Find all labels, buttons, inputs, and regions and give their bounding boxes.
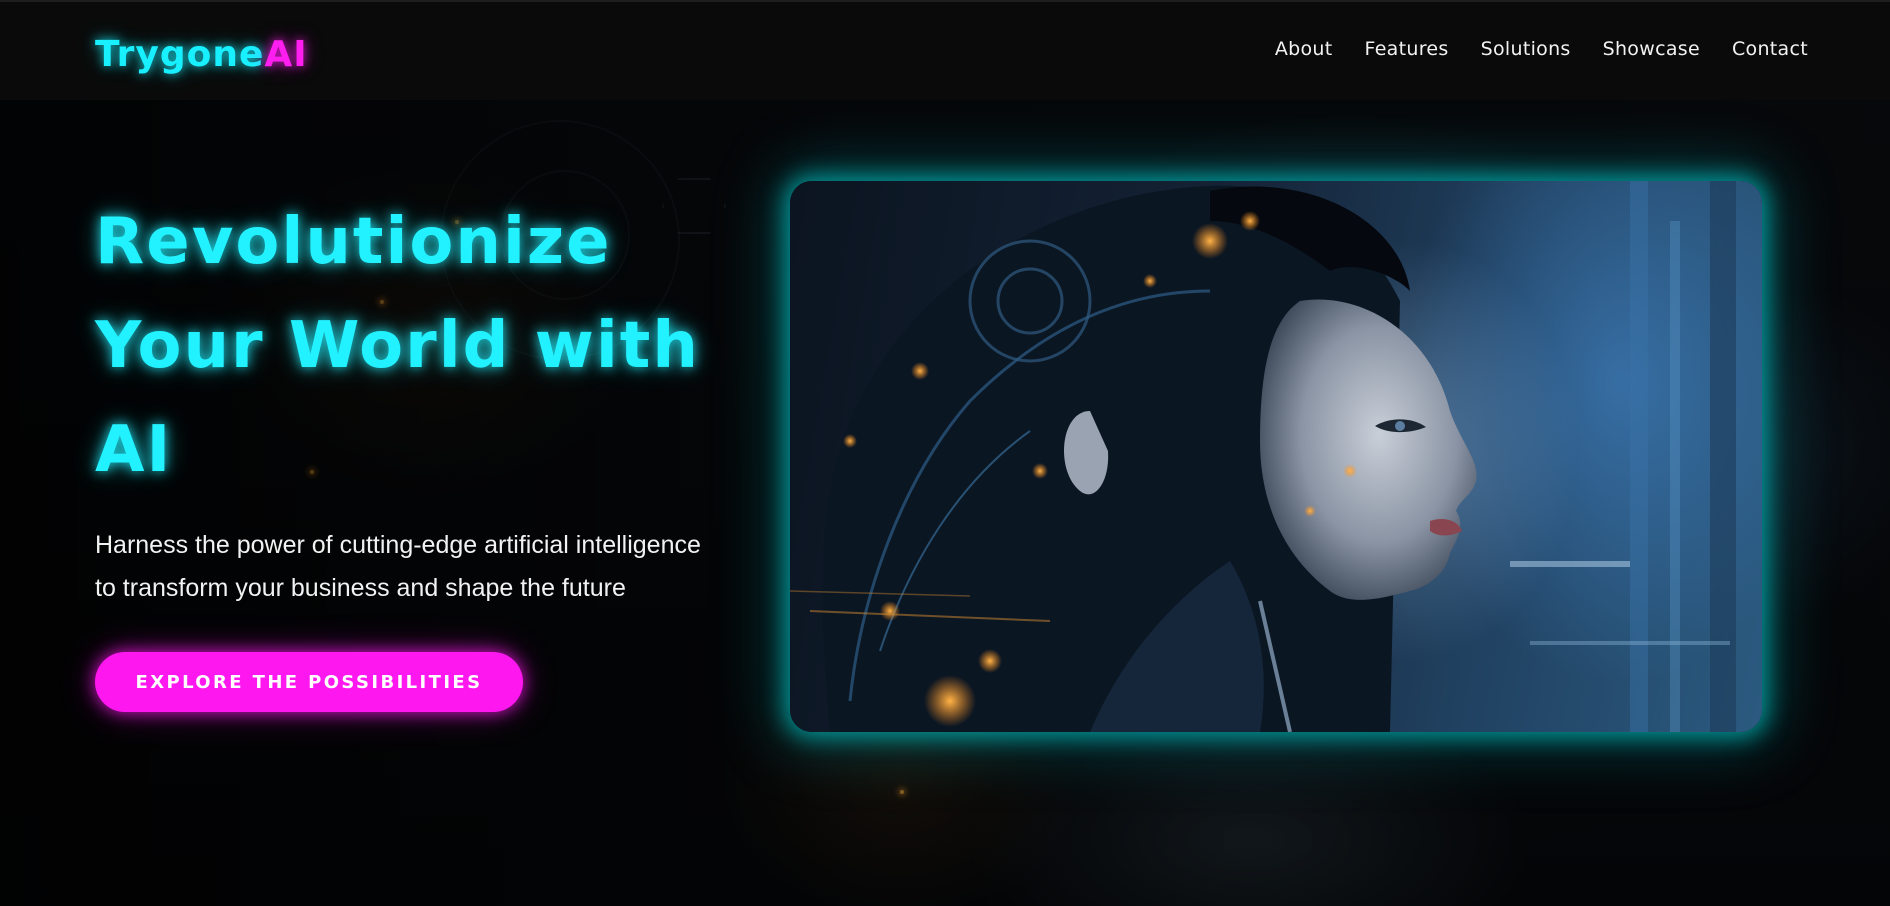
- hero-image: [790, 181, 1762, 732]
- hero-title-line: Revolutionize: [95, 205, 612, 279]
- hero-title-line: AI: [95, 413, 173, 487]
- hero-title-line: Your World with: [95, 309, 700, 383]
- cyborg-portrait-illustration: [790, 181, 1736, 732]
- brand-suffix: AI: [264, 33, 308, 75]
- nav-link-about[interactable]: About: [1275, 38, 1333, 60]
- nav-link-features[interactable]: Features: [1365, 38, 1449, 60]
- main-nav: About Features Solutions Showcase Contac…: [1275, 38, 1808, 60]
- nav-link-contact[interactable]: Contact: [1732, 38, 1808, 60]
- hero-title: Revolutionize Your World with AI: [95, 190, 735, 502]
- brand-logo[interactable]: Trygone AI: [95, 32, 308, 76]
- site-header: Trygone AI About Features Solutions Showc…: [0, 0, 1890, 100]
- nav-link-solutions[interactable]: Solutions: [1481, 38, 1571, 60]
- explore-possibilities-button[interactable]: EXPLORE THE POSSIBILITIES: [95, 652, 523, 712]
- hero-subtitle: Harness the power of cutting-edge artifi…: [95, 524, 745, 610]
- hero-subtitle-line: Harness the power of cutting-edge artifi…: [95, 531, 701, 559]
- brand-name: Trygone: [95, 33, 265, 75]
- nav-link-showcase[interactable]: Showcase: [1603, 38, 1700, 60]
- hero-subtitle-line: to transform your business and shape the…: [95, 574, 626, 602]
